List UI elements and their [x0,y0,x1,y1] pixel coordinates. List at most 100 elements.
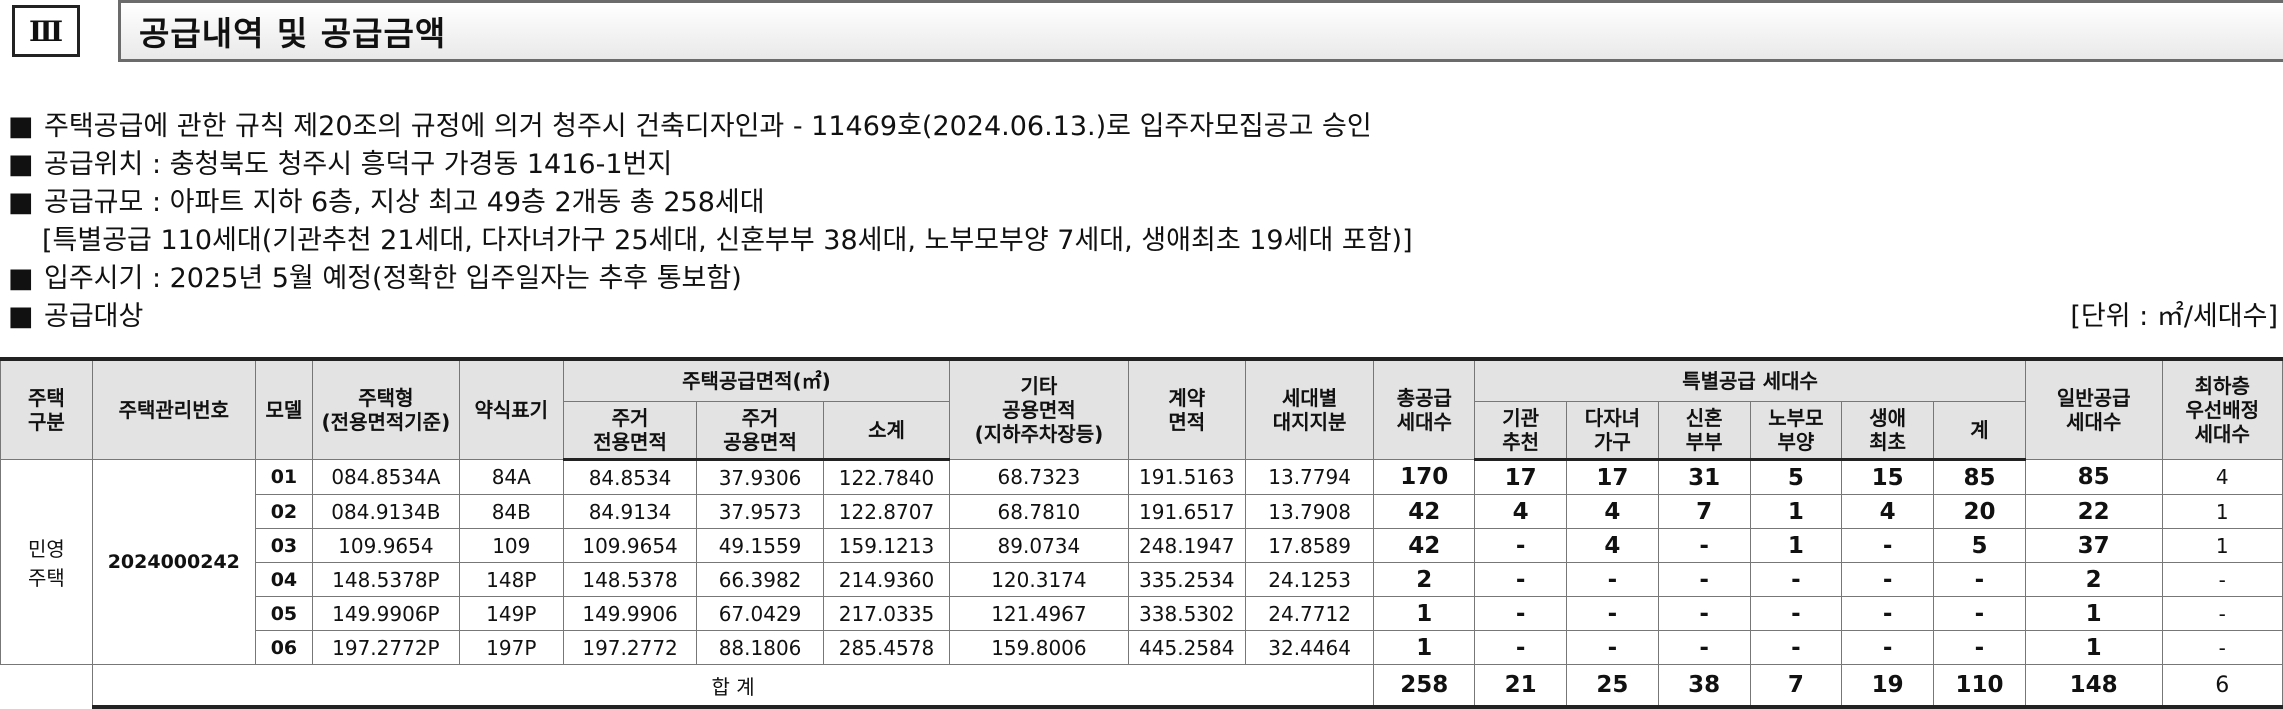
supply-table: 주택 구분 주택관리번호 모델 주택형 (전용면적기준) 약식표기 주택공급면적… [0,357,2283,709]
location-text: 공급위치 : 충청북도 청주시 흥덕구 가경동 1416-1번지 [44,149,673,180]
first-time-cell: - [1841,562,1935,597]
list-item: ■ 주택공급에 관한 규칙 제20조의 규정에 의거 청주시 건축디자인과 - 1… [8,108,2278,146]
totals-label: 합 계 [91,664,1375,709]
exclusive-cell: 197.2772 [562,630,698,665]
header-management-number: 주택관리번호 [91,357,256,460]
bullet-square-icon: ■ [8,187,34,218]
contract-cell: 191.6517 [1127,494,1246,529]
common-cell: 37.9573 [696,494,824,529]
other-common-cell: 121.4967 [949,596,1129,631]
general-supply-cell: 1 [2024,596,2163,631]
model-cell: 05 [254,596,313,631]
header-other-common-area: 기타 공용면적 (지하주차장등) [949,357,1129,460]
general-supply-cell: 37 [2024,528,2163,563]
land-cell: 24.7712 [1244,596,1375,631]
newlywed-cell: - [1657,562,1751,597]
bullet-square-icon: ■ [8,111,34,142]
contract-cell: 335.2534 [1127,562,1246,597]
elderly-cell: 1 [1749,494,1843,529]
total-supply-cell: 1 [1373,630,1476,665]
institution-cell: - [1474,596,1568,631]
supply-table-container: 주택 구분 주택관리번호 모델 주택형 (전용면적기준) 약식표기 주택공급면적… [0,357,2283,709]
model-cell: 06 [254,630,313,665]
multichild-cell: - [1566,630,1659,665]
section-number: Ⅲ [28,14,64,48]
elderly-cell: - [1749,630,1843,665]
elderly-cell: 5 [1749,459,1843,495]
newlywed-sum: 38 [1657,664,1751,709]
general-supply-cell: 1 [2024,630,2163,665]
header-first-time: 생애 최초 [1841,401,1935,461]
section-number-badge: Ⅲ [12,5,80,57]
house-type-cell: 109.9654 [311,528,460,563]
newlywed-cell: - [1657,528,1751,563]
elderly-cell: - [1749,596,1843,631]
contract-cell: 338.5302 [1127,596,1246,631]
subtotal-cell: 214.9360 [822,562,951,597]
common-cell: 67.0429 [696,596,824,631]
elderly-cell: - [1749,562,1843,597]
model-cell: 02 [254,494,313,529]
first-time-cell: - [1841,630,1935,665]
supply-info-list: ■ 주택공급에 관한 규칙 제20조의 규정에 의거 청주시 건축디자인과 - 1… [8,108,2278,336]
newlywed-cell: 7 [1657,494,1751,529]
subtotal-cell: 122.7840 [822,459,951,495]
other-common-cell: 159.8006 [949,630,1129,665]
house-type-cell: 148.5378P [311,562,460,597]
general-supply-cell: 22 [2024,494,2163,529]
header-special-total: 계 [1933,401,2026,461]
exclusive-cell: 109.9654 [562,528,698,563]
header-institution: 기관 추천 [1474,401,1568,461]
list-item: ■ 공급규모 : 아파트 지하 6층, 지상 최고 49층 2개동 총 258세대 [8,184,2278,222]
institution-sum: 21 [1474,664,1568,709]
elderly-cell: 1 [1749,528,1843,563]
multichild-cell: 4 [1566,494,1659,529]
table-row: 06 197.2772P 197P 197.2772 88.1806 285.4… [1,630,2283,665]
section-title-bar: 공급내역 및 공급금액 [118,0,2283,62]
supply-target-label: 공급대상 [44,301,144,332]
special-total-cell: 5 [1933,528,2026,563]
contract-cell: 445.2584 [1127,630,1246,665]
scale-text: 공급규모 : 아파트 지하 6층, 지상 최고 49층 2개동 총 258세대 [44,187,765,218]
common-cell: 49.1559 [696,528,824,563]
land-cell: 17.8589 [1244,528,1375,563]
general-supply-cell: 85 [2024,459,2163,495]
management-number-cell: 2024000242 [91,459,256,665]
special-total-cell: 20 [1933,494,2026,529]
institution-cell: - [1474,562,1568,597]
house-type-cell: 149.9906P [311,596,460,631]
first-time-sum: 19 [1841,664,1935,709]
exclusive-cell: 149.9906 [562,596,698,631]
land-cell: 13.7794 [1244,459,1375,495]
list-item: [특별공급 110세대(기관추천 21세대, 다자녀가구 25세대, 신혼부부 … [8,222,2278,260]
institution-cell: 17 [1474,459,1568,495]
table-row: 04 148.5378P 148P 148.5378 66.3982 214.9… [1,562,2283,597]
elderly-sum: 7 [1749,664,1843,709]
total-supply-cell: 2 [1373,562,1476,597]
housing-type-cell: 민영 주택 [0,459,93,665]
header-contract-area: 계약 면적 [1127,357,1246,460]
bullet-square-icon: ■ [8,263,34,294]
multichild-sum: 25 [1566,664,1659,709]
header-elderly: 노부모 부양 [1749,401,1843,461]
list-item: ■ 입주시기 : 2025년 5월 예정(정확한 입주일자는 추후 통보함) [8,260,2278,298]
header-common-area: 주거 공용면적 [696,401,824,461]
newlywed-cell: 31 [1657,459,1751,495]
multichild-cell: 4 [1566,528,1659,563]
header-multichild: 다자녀 가구 [1566,401,1659,461]
special-total-cell: - [1933,630,2026,665]
list-item: ■ 공급위치 : 충청북도 청주시 흥덕구 가경동 1416-1번지 [8,146,2278,184]
general-supply-cell: 2 [2024,562,2163,597]
table-row: 03 109.9654 109 109.9654 49.1559 159.121… [1,528,2283,563]
short-cell: 84B [458,494,564,529]
unit-label: [단위 : ㎡/세대수] [2070,301,2278,332]
exclusive-cell: 148.5378 [562,562,698,597]
multichild-cell: 17 [1566,459,1659,495]
other-common-cell: 68.7810 [949,494,1129,529]
total-supply-cell: 42 [1373,494,1476,529]
totals-row: 합 계 258 21 25 38 7 19 110 148 6 [0,664,2283,709]
multichild-cell: - [1566,596,1659,631]
table-row: 민영 주택 2024000242 01 084.8534A 84A 84.853… [0,459,2283,665]
move-in-text: 입주시기 : 2025년 5월 예정(정확한 입주일자는 추후 통보함) [44,263,742,294]
header-short-notation: 약식표기 [458,357,564,460]
